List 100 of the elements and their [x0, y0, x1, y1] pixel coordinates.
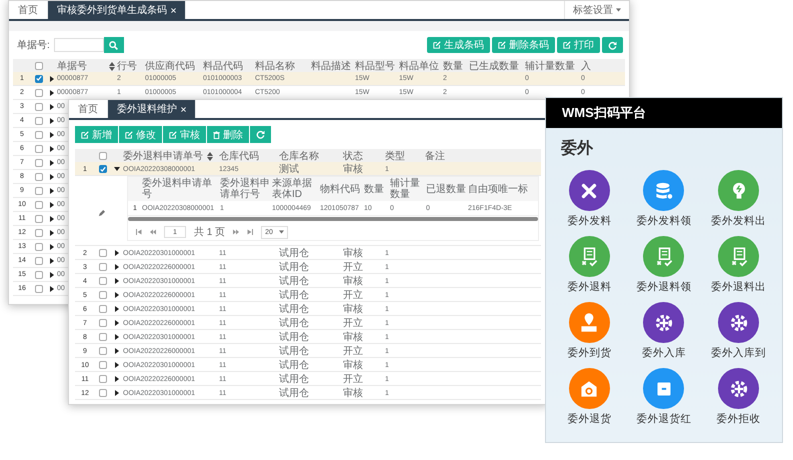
table-cell-text: 开立 — [343, 316, 363, 330]
last-page-icon[interactable] — [247, 229, 254, 235]
close-icon[interactable] — [171, 8, 176, 12]
checkbox[interactable] — [35, 228, 43, 236]
menu-button[interactable]: 委外退货 — [552, 368, 627, 426]
checkbox[interactable] — [99, 389, 107, 397]
checkbox[interactable] — [35, 158, 43, 166]
menu-button[interactable]: 委外退料领 — [626, 236, 702, 294]
checkbox[interactable] — [99, 152, 107, 160]
expand-icon[interactable] — [49, 104, 55, 110]
checkbox[interactable] — [99, 277, 107, 285]
expand-icon[interactable] — [49, 76, 55, 82]
expand-icon[interactable] — [49, 258, 55, 264]
table-cell-text: 审核 — [343, 386, 363, 400]
column-header: 物料代码 — [320, 184, 360, 194]
page-count: 共 1 页 — [194, 226, 226, 239]
table-cell-text: 试用仓 — [279, 330, 309, 344]
refresh-button[interactable] — [250, 126, 271, 143]
column-header: 单据号 — [57, 60, 87, 73]
expand-icon[interactable] — [114, 320, 120, 326]
expand-icon[interactable] — [49, 202, 55, 208]
expand-icon[interactable] — [114, 278, 120, 284]
menu-button[interactable]: 委外到货 — [552, 302, 627, 360]
checkbox[interactable] — [35, 116, 43, 124]
checkbox[interactable] — [35, 214, 43, 222]
expand-icon[interactable] — [49, 188, 55, 194]
menu-button[interactable]: 委外入库到 — [701, 302, 776, 360]
menu-button[interactable]: 委外退料 — [552, 236, 627, 294]
checkbox[interactable] — [99, 333, 107, 341]
expand-icon[interactable] — [49, 90, 55, 96]
checkbox[interactable] — [99, 305, 107, 313]
table-cell-text: 试用仓 — [279, 260, 309, 274]
menu-button[interactable]: 委外拒收 — [701, 368, 776, 426]
checkbox[interactable] — [35, 200, 43, 208]
checkbox[interactable] — [99, 249, 107, 257]
checkbox[interactable] — [35, 256, 43, 264]
expand-icon[interactable] — [114, 250, 120, 256]
scrollbar[interactable] — [128, 217, 538, 221]
menu-button[interactable]: 委外入库 — [626, 302, 702, 360]
menu-button[interactable]: 委外退料出 — [701, 236, 776, 294]
column-header: 入 — [581, 60, 591, 73]
expand-icon[interactable] — [114, 264, 120, 270]
search-button[interactable] — [104, 37, 124, 53]
checkbox[interactable] — [35, 102, 43, 110]
checkbox[interactable] — [35, 284, 43, 292]
table-cell-text: 试用仓 — [279, 274, 309, 288]
checkbox[interactable] — [35, 88, 43, 96]
checkbox[interactable] — [35, 172, 43, 180]
checkbox[interactable] — [99, 375, 107, 383]
expand-icon[interactable] — [49, 118, 55, 124]
menu-button[interactable]: 委外发料出 — [701, 170, 776, 228]
checkbox[interactable] — [35, 74, 43, 82]
checkbox[interactable] — [99, 319, 107, 327]
expand-icon[interactable] — [49, 132, 55, 138]
tab[interactable]: 审核委外到货单生成条码 — [48, 1, 186, 19]
expand-icon[interactable] — [114, 292, 120, 298]
checkbox[interactable] — [99, 291, 107, 299]
checkbox[interactable] — [35, 62, 43, 70]
edit-icon — [125, 130, 133, 138]
expand-icon[interactable] — [114, 362, 120, 368]
expand-icon[interactable] — [49, 286, 55, 292]
checkbox[interactable] — [35, 130, 43, 138]
previous-page-icon[interactable] — [150, 229, 156, 235]
menu-button[interactable]: 委外发料 — [552, 170, 627, 228]
pencil-icon[interactable] — [98, 210, 104, 217]
refresh-button[interactable] — [602, 37, 623, 53]
checkbox[interactable] — [99, 361, 107, 369]
app-title: WMS扫码平台 — [562, 104, 646, 122]
checkbox[interactable] — [99, 165, 107, 173]
expand-icon[interactable] — [114, 166, 120, 172]
tab[interactable]: 委外退料维护 — [108, 100, 196, 118]
expand-icon[interactable] — [49, 244, 55, 250]
first-page-icon[interactable] — [136, 229, 142, 235]
expand-icon[interactable] — [49, 230, 55, 236]
checkbox[interactable] — [35, 144, 43, 152]
expand-icon[interactable] — [49, 272, 55, 278]
table-cell-text: 审核 — [343, 302, 363, 316]
expand-icon[interactable] — [49, 160, 55, 166]
checkbox[interactable] — [35, 270, 43, 278]
checkbox[interactable] — [99, 263, 107, 271]
expand-icon[interactable] — [49, 146, 55, 152]
checkbox[interactable] — [99, 347, 107, 355]
table-cell-text: 开立 — [343, 260, 363, 274]
checkbox[interactable] — [35, 242, 43, 250]
menu-button[interactable]: 委外退货红 — [626, 368, 702, 426]
next-page-icon[interactable] — [233, 229, 240, 235]
column-header: 料品型号 — [355, 60, 395, 73]
expand-icon[interactable] — [114, 376, 120, 382]
sort-icon[interactable] — [207, 152, 213, 160]
expand-icon[interactable] — [114, 390, 120, 396]
column-header: 料品名称 — [255, 60, 295, 73]
menu-button[interactable]: 委外发料领 — [626, 170, 702, 228]
expand-icon[interactable] — [49, 216, 55, 222]
sort-icon[interactable] — [109, 62, 115, 70]
close-icon[interactable] — [181, 106, 186, 112]
expand-icon[interactable] — [114, 348, 120, 354]
checkbox[interactable] — [35, 186, 43, 194]
expand-icon[interactable] — [49, 174, 55, 180]
search-field[interactable] — [54, 38, 104, 52]
expand-icon[interactable] — [114, 334, 120, 340]
